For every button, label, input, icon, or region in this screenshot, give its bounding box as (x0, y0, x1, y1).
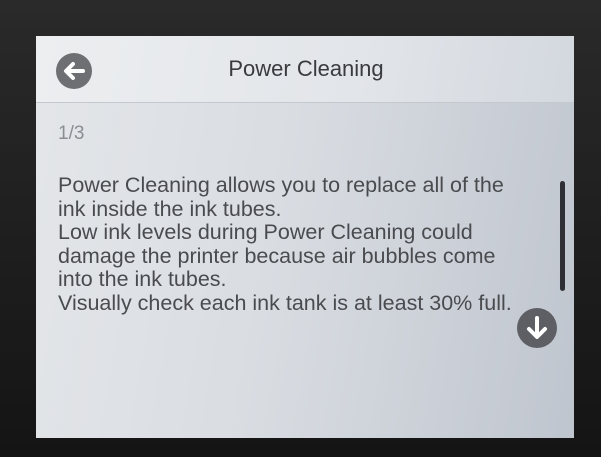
screen-header: Power Cleaning (36, 36, 574, 103)
back-button[interactable] (56, 53, 92, 89)
scroll-down-button[interactable] (517, 308, 557, 348)
arrow-left-icon (64, 62, 85, 80)
page-indicator: 1/3 (58, 123, 85, 144)
arrow-down-icon (527, 316, 547, 339)
page-title: Power Cleaning (228, 56, 384, 81)
device-bezel: Power Cleaning 1/3 Power Cleaning allows… (0, 0, 601, 457)
message-paragraph: Low ink levels during Power Cleaning cou… (58, 220, 496, 291)
message-paragraph: Power Cleaning allows you to replace all… (58, 173, 504, 221)
lcd-screen: Power Cleaning 1/3 Power Cleaning allows… (36, 36, 574, 438)
scrollbar-thumb[interactable] (560, 181, 565, 291)
message-paragraph: Visually check each ink tank is at least… (58, 290, 512, 315)
message-body: Power Cleaning allows you to replace all… (58, 173, 524, 315)
